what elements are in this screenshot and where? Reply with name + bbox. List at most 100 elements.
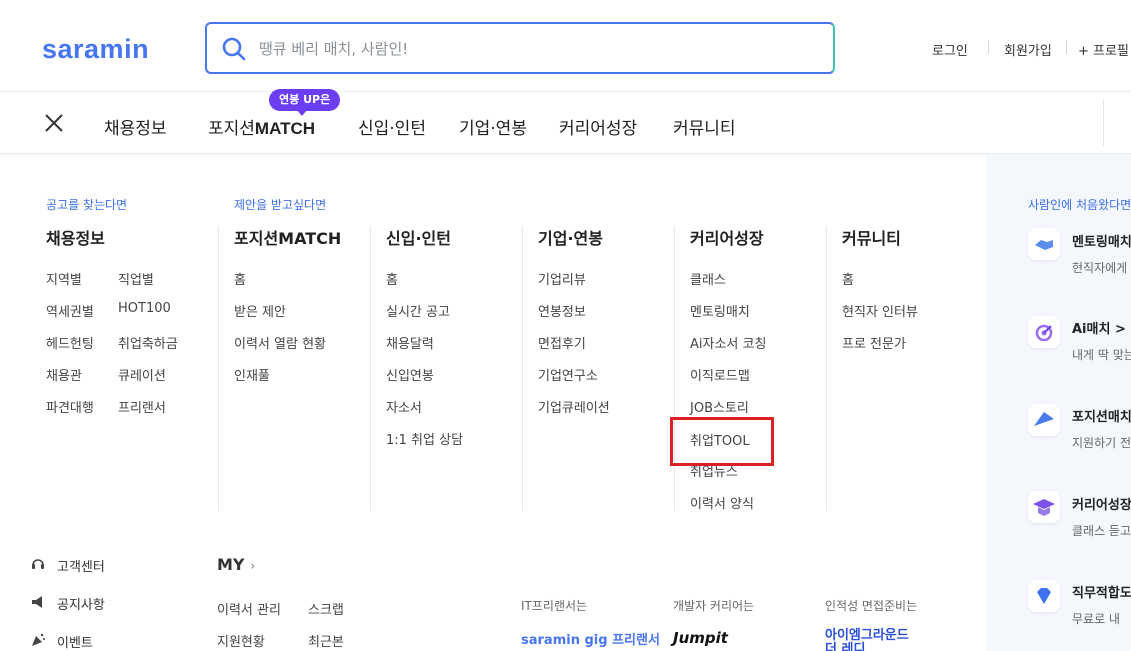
menu-link[interactable]: 기업연구소 bbox=[538, 365, 598, 384]
menu-link[interactable]: 기업큐레이션 bbox=[538, 397, 610, 416]
search-icon[interactable] bbox=[221, 36, 247, 62]
nav-community[interactable]: 커뮤니티 bbox=[673, 114, 736, 139]
target-icon bbox=[1028, 316, 1060, 348]
my-section-title[interactable]: MY › bbox=[217, 555, 255, 574]
col-title-career[interactable]: 커리어성장 bbox=[690, 225, 764, 249]
login-link[interactable]: 로그인 bbox=[932, 40, 968, 59]
col-title-company[interactable]: 기업·연봉 bbox=[538, 225, 603, 249]
site-header: saramin 땡큐 베리 매치, 사람인! 로그인 회원가입 + 프로필 bbox=[0, 0, 1131, 92]
column-divider bbox=[218, 226, 219, 511]
aside-card-desc: 무료로 내 bbox=[1072, 612, 1120, 626]
customer-center-link[interactable]: 고객센터 bbox=[57, 556, 105, 575]
my-link[interactable]: 스크랩 bbox=[308, 599, 344, 618]
col-title-community[interactable]: 커뮤니티 bbox=[842, 225, 901, 249]
menu-link[interactable]: 프리랜서 bbox=[118, 397, 166, 416]
search-box[interactable]: 땡큐 베리 매치, 사람인! bbox=[205, 22, 835, 74]
iamground-logo[interactable]: 아이엠그라운드 더 레디 bbox=[825, 629, 925, 651]
nav-position-label: 포지션 bbox=[208, 119, 255, 139]
menu-link[interactable]: 헤드헌팅 bbox=[46, 333, 94, 352]
aside-card-title[interactable]: 멘토링매치 bbox=[1072, 231, 1131, 250]
menu-link[interactable]: 실시간 공고 bbox=[386, 301, 450, 320]
aside-card-title[interactable]: Ai매치 > bbox=[1072, 318, 1126, 337]
main-nav: 채용정보 포지션MATCH 신입·인턴 기업·연봉 커리어성장 커뮤니티 bbox=[0, 92, 1131, 154]
notice-link[interactable]: 공지사항 bbox=[57, 594, 105, 613]
nav-newbie-intern[interactable]: 신입·인턴 bbox=[358, 114, 426, 139]
promo-label: 개발자 커리어는 bbox=[673, 599, 755, 613]
promo-label: IT프리랜서는 bbox=[521, 599, 588, 613]
menu-link[interactable]: 취업축하금 bbox=[118, 333, 178, 352]
divider bbox=[1066, 40, 1067, 54]
menu-link[interactable]: 클래스 bbox=[690, 269, 726, 288]
menu-link[interactable]: 파견대행 bbox=[46, 397, 94, 416]
menu-link[interactable]: 현직자 인터뷰 bbox=[842, 301, 918, 320]
party-popper-icon bbox=[32, 633, 45, 646]
menu-link[interactable]: 이력서 양식 bbox=[690, 493, 754, 512]
aside-card-title[interactable]: 포지션매치 bbox=[1072, 406, 1131, 425]
close-icon[interactable] bbox=[43, 112, 65, 134]
menu-link[interactable]: 큐레이션 bbox=[118, 365, 166, 384]
menu-link[interactable]: 프로 전문가 bbox=[842, 333, 906, 352]
col-title-position-match[interactable]: 포지션MATCH bbox=[234, 225, 341, 249]
divider bbox=[988, 40, 989, 54]
menu-link[interactable]: 이력서 열람 현황 bbox=[234, 333, 326, 352]
column-divider bbox=[674, 226, 675, 511]
nav-career-growth[interactable]: 커리어성장 bbox=[559, 114, 637, 139]
handshake-icon bbox=[1028, 228, 1060, 260]
menu-link[interactable]: 지역별 bbox=[46, 269, 82, 288]
aside-title: 사람인에 처음왔다면 bbox=[1028, 198, 1131, 212]
menu-link[interactable]: 채용관 bbox=[46, 365, 82, 384]
menu-link[interactable]: 받은 제안 bbox=[234, 301, 286, 320]
saramin-logo[interactable]: saramin bbox=[42, 34, 149, 65]
aside-card-desc: 클래스 듣고 bbox=[1072, 524, 1131, 538]
nav-match-label: MATCH bbox=[254, 119, 316, 138]
signup-link[interactable]: 회원가입 bbox=[1004, 40, 1052, 59]
menu-link[interactable]: 자소서 bbox=[386, 397, 422, 416]
menu-link[interactable]: 멘토링매치 bbox=[690, 301, 750, 320]
gem-icon bbox=[1028, 580, 1060, 612]
profile-link[interactable]: + 프로필 bbox=[1078, 40, 1129, 59]
menu-link[interactable]: 면접후기 bbox=[538, 333, 586, 352]
menu-link[interactable]: JOB스토리 bbox=[690, 397, 749, 416]
column-divider bbox=[826, 226, 827, 511]
menu-link[interactable]: 신입연봉 bbox=[386, 365, 434, 384]
menu-link[interactable]: 홈 bbox=[842, 269, 854, 288]
my-label: MY bbox=[217, 555, 245, 574]
salary-up-badge: 연봉 UP은 bbox=[269, 89, 341, 116]
menu-link[interactable]: 역세권별 bbox=[46, 301, 94, 320]
my-link[interactable]: 이력서 관리 bbox=[217, 599, 281, 618]
event-link[interactable]: 이벤트 bbox=[57, 632, 93, 651]
saramin-gig-logo[interactable]: saramin gig 프리랜서 bbox=[521, 629, 660, 648]
aside-card-desc: 내게 딱 맞는 bbox=[1072, 348, 1131, 362]
menu-link[interactable]: HOT100 bbox=[118, 301, 171, 316]
menu-link[interactable]: 홈 bbox=[386, 269, 398, 288]
menu-link[interactable]: 홈 bbox=[234, 269, 246, 288]
nav-company-salary[interactable]: 기업·연봉 bbox=[459, 114, 527, 139]
hint-find-jobs: 공고를 찾는다면 bbox=[46, 198, 128, 212]
hint-get-offers: 제안을 받고싶다면 bbox=[234, 198, 327, 212]
menu-link[interactable]: 채용달력 bbox=[386, 333, 434, 352]
menu-link[interactable]: 직업별 bbox=[118, 269, 154, 288]
menu-link[interactable]: 이직로드맵 bbox=[690, 365, 750, 384]
my-link[interactable]: 최근본 bbox=[308, 631, 344, 650]
col-title-newbie[interactable]: 신입·인턴 bbox=[386, 225, 451, 249]
aside-card-title[interactable]: 커리어성장 bbox=[1072, 494, 1131, 513]
paper-plane-icon bbox=[1028, 404, 1060, 436]
nav-position-match[interactable]: 포지션MATCH bbox=[208, 114, 315, 139]
search-input[interactable]: 땡큐 베리 매치, 사람인! bbox=[259, 38, 408, 59]
nav-jobs[interactable]: 채용정보 bbox=[104, 114, 167, 139]
col-title-jobs[interactable]: 채용정보 bbox=[46, 225, 105, 249]
promo-label: 인적성 면접준비는 bbox=[825, 599, 918, 613]
column-divider bbox=[370, 226, 371, 511]
column-divider bbox=[522, 226, 523, 511]
aside-card-title[interactable]: 직무적합도 bbox=[1072, 582, 1131, 601]
menu-link[interactable]: Ai자소서 코칭 bbox=[690, 333, 766, 352]
megaphone-icon bbox=[32, 596, 42, 608]
menu-link[interactable]: 인재풀 bbox=[234, 365, 270, 384]
my-link[interactable]: 지원현황 bbox=[217, 631, 265, 650]
menu-link[interactable]: 기업리뷰 bbox=[538, 269, 586, 288]
jumpit-logo[interactable]: Jumpit bbox=[673, 629, 728, 647]
chevron-right-icon: › bbox=[250, 559, 256, 574]
headset-icon bbox=[32, 559, 44, 569]
menu-link[interactable]: 연봉정보 bbox=[538, 301, 586, 320]
menu-link[interactable]: 1:1 취업 상담 bbox=[386, 429, 463, 448]
